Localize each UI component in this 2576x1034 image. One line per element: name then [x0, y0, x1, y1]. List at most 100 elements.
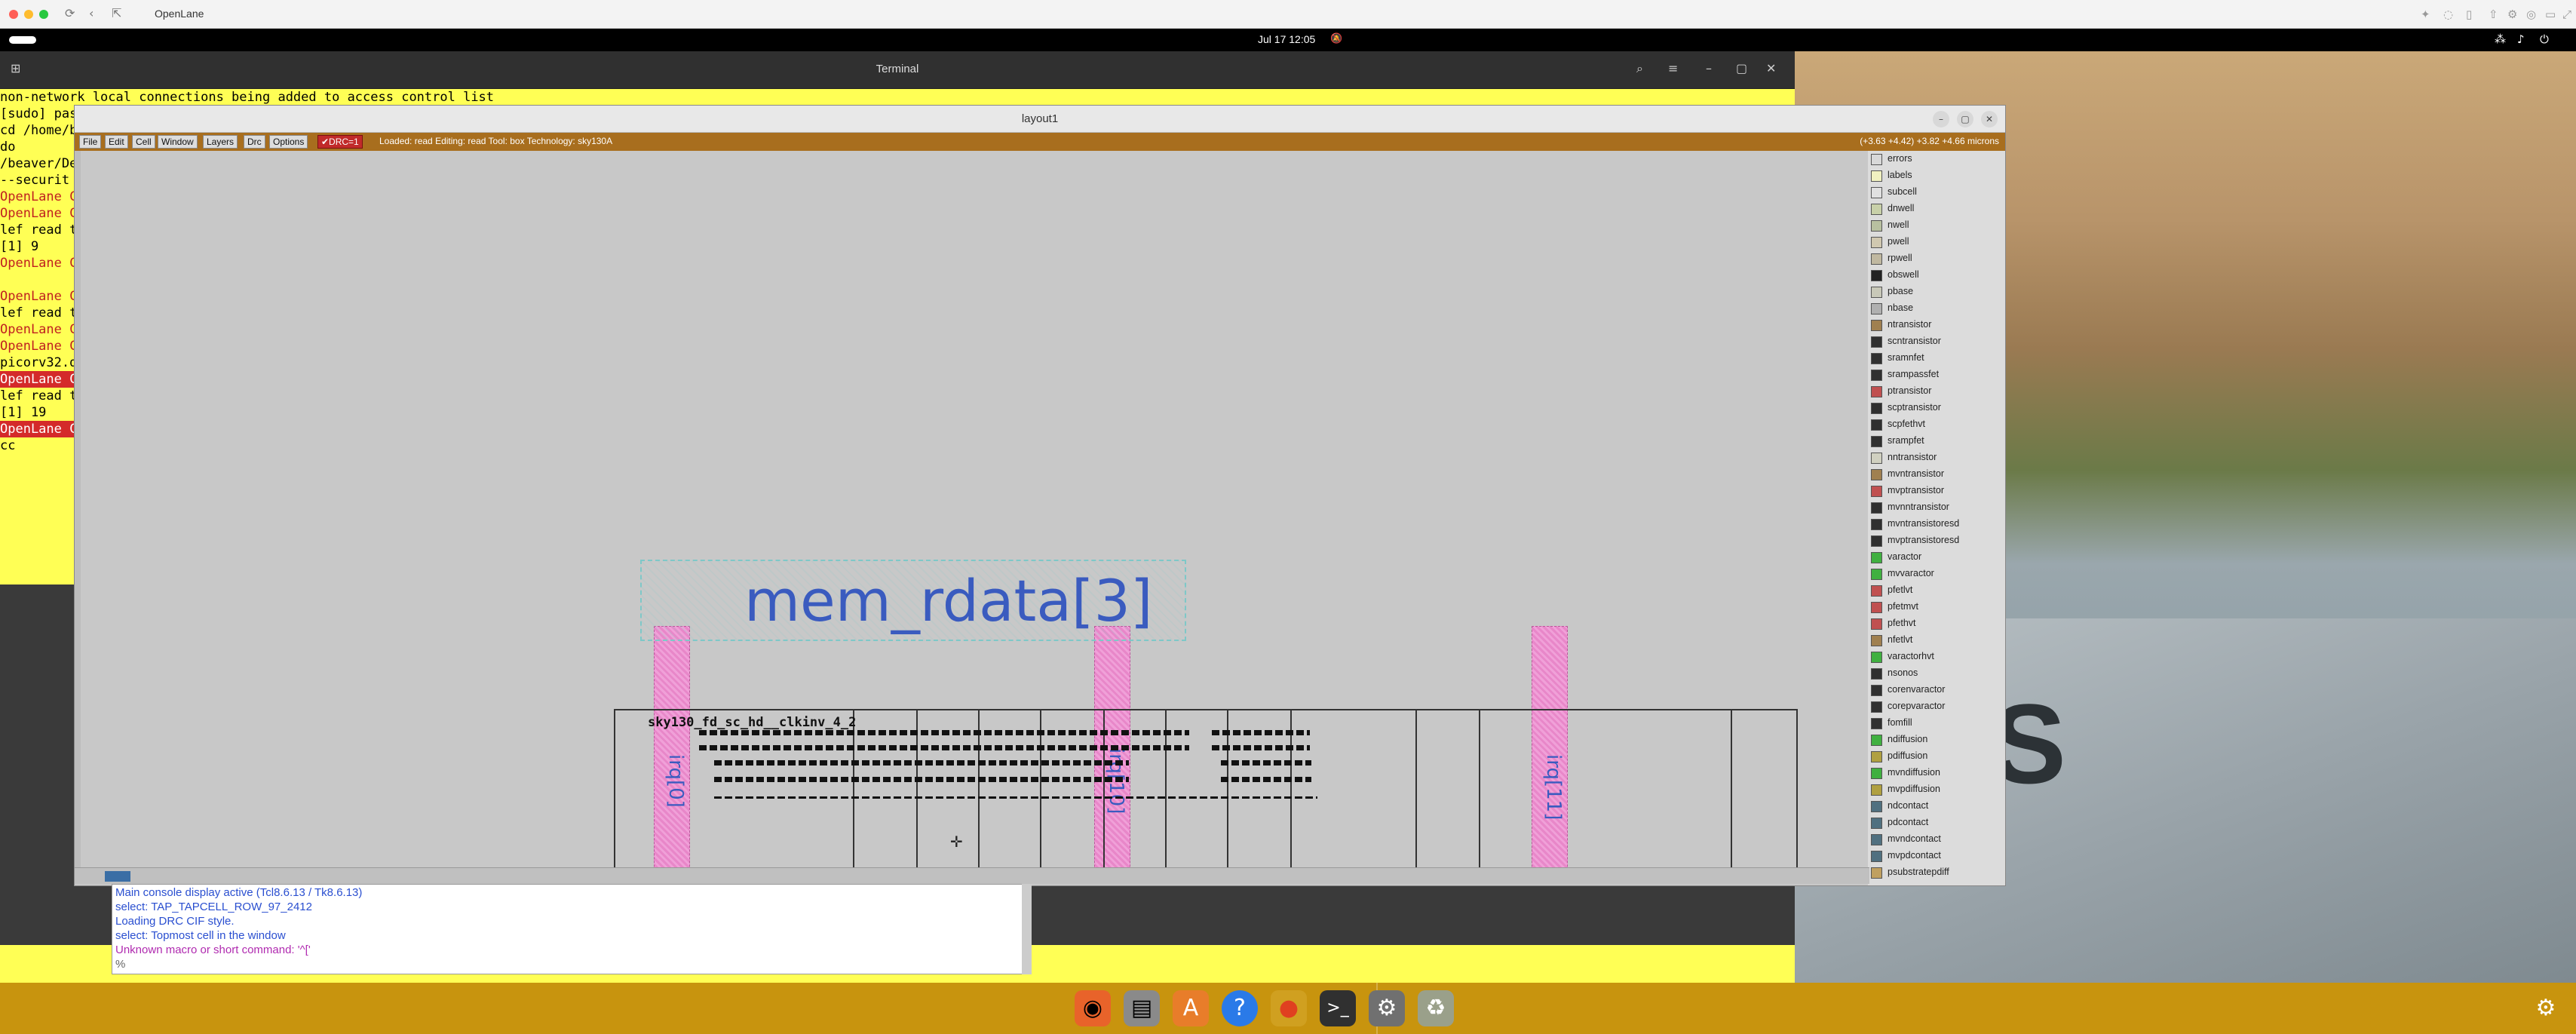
layer-item[interactable]: pdiffusion: [1871, 748, 2004, 765]
lock-icon[interactable]: ◎: [2526, 8, 2536, 21]
vertical-scrollbar[interactable]: [75, 151, 81, 867]
menu-options[interactable]: Options: [269, 135, 308, 149]
maximize-icon[interactable]: ▢: [1736, 61, 1747, 75]
layer-item[interactable]: psubstratepdiff: [1871, 864, 2004, 881]
network-icon[interactable]: ⁂: [2495, 32, 2506, 46]
layer-item[interactable]: nfetlvt: [1871, 632, 2004, 649]
layer-item[interactable]: mvpdcontact: [1871, 848, 2004, 864]
settings-icon[interactable]: ⚙: [2507, 8, 2517, 21]
layer-item[interactable]: pfetlvt: [1871, 582, 2004, 599]
layer-item[interactable]: ptransistor: [1871, 383, 2004, 400]
notification-icon[interactable]: 🔕: [1330, 33, 1342, 44]
layer-item[interactable]: nntransistor: [1871, 449, 2004, 466]
close-traffic-light[interactable]: [9, 10, 18, 19]
layer-item[interactable]: mvvaractor: [1871, 566, 2004, 582]
layer-item[interactable]: pfethvt: [1871, 615, 2004, 632]
search-icon[interactable]: ⌕: [1636, 61, 1643, 76]
volume-icon[interactable]: ♪: [2517, 32, 2525, 46]
layer-item[interactable]: srampassfet: [1871, 367, 2004, 383]
menu-edit[interactable]: Edit: [105, 135, 128, 149]
share-icon[interactable]: ⇱: [112, 6, 121, 20]
terminal-line: cc: [0, 438, 16, 453]
layer-item[interactable]: pbase: [1871, 284, 2004, 300]
maximize-icon[interactable]: ▢: [1957, 111, 1973, 127]
layer-item[interactable]: mvpdiffusion: [1871, 781, 2004, 798]
layer-item[interactable]: corenvaractor: [1871, 682, 2004, 698]
wand-icon[interactable]: ✦: [2421, 8, 2430, 21]
layer-item[interactable]: labels: [1871, 167, 2004, 184]
layer-item[interactable]: scptransistor: [1871, 400, 2004, 416]
layout-canvas[interactable]: mem_rdata[3] irq[0] irq[10] irq[11] sky1…: [81, 151, 1866, 867]
layer-item[interactable]: errors: [1871, 151, 2004, 167]
layer-item[interactable]: ntransistor: [1871, 317, 2004, 333]
layer-item[interactable]: mvntransistoresd: [1871, 516, 2004, 532]
trash-icon[interactable]: ♻: [1418, 990, 1454, 1026]
doc-icon[interactable]: ▯: [2466, 8, 2472, 21]
layer-item[interactable]: corepvaractor: [1871, 698, 2004, 715]
media-icon[interactable]: ●: [1271, 990, 1307, 1026]
terminal-icon[interactable]: >_: [1320, 990, 1356, 1026]
layer-item[interactable]: pfetmvt: [1871, 599, 2004, 615]
overlapping-text-row: [714, 777, 1129, 782]
scrollbar-thumb[interactable]: [105, 871, 130, 882]
layer-label: ptransistor: [1888, 385, 1932, 396]
zoom-traffic-light[interactable]: [39, 10, 48, 19]
menu-drc[interactable]: Drc: [244, 135, 265, 149]
activities-button[interactable]: [9, 36, 36, 44]
menu-cell[interactable]: Cell: [132, 135, 155, 149]
menu-icon[interactable]: ≡: [1668, 61, 1678, 75]
layer-item[interactable]: fomfill: [1871, 715, 2004, 732]
close-icon[interactable]: ✕: [1981, 111, 1998, 127]
clock[interactable]: Jul 17 12:05: [1258, 33, 1315, 45]
layer-item[interactable]: sramnfet: [1871, 350, 2004, 367]
layer-item[interactable]: nbase: [1871, 300, 2004, 317]
layer-item[interactable]: scpfethvt: [1871, 416, 2004, 433]
layer-item[interactable]: dnwell: [1871, 201, 2004, 217]
layer-item[interactable]: pdcontact: [1871, 815, 2004, 831]
minimize-icon[interactable]: –: [1706, 61, 1712, 75]
minimize-traffic-light[interactable]: [24, 10, 33, 19]
layer-item[interactable]: subcell: [1871, 184, 2004, 201]
close-icon[interactable]: ✕: [1766, 61, 1776, 75]
settings-icon[interactable]: ⚙: [1369, 990, 1405, 1026]
layer-label: nfetlvt: [1888, 634, 1913, 645]
drc-status-button[interactable]: ✔DRC=1: [317, 135, 363, 149]
menu-window[interactable]: Window: [158, 135, 198, 149]
layer-item[interactable]: pwell: [1871, 234, 2004, 250]
help-icon[interactable]: ?: [1222, 990, 1258, 1026]
layer-item[interactable]: mvptransistoresd: [1871, 532, 2004, 549]
layer-item[interactable]: mvnntransistor: [1871, 499, 2004, 516]
layer-item[interactable]: ndiffusion: [1871, 732, 2004, 748]
layer-item[interactable]: scntransistor: [1871, 333, 2004, 350]
app-store-icon[interactable]: A: [1173, 990, 1209, 1026]
console-scrollbar[interactable]: [1022, 884, 1032, 974]
mic-icon[interactable]: ◌: [2443, 8, 2453, 21]
layer-item[interactable]: mvndcontact: [1871, 831, 2004, 848]
layer-label: subcell: [1888, 186, 1917, 197]
upload-icon[interactable]: ⇧: [2489, 8, 2498, 21]
window-icon[interactable]: ▭: [2545, 8, 2556, 21]
refresh-icon[interactable]: ⟳: [65, 6, 75, 20]
layer-item[interactable]: nsonos: [1871, 665, 2004, 682]
layer-item[interactable]: mvptransistor: [1871, 483, 2004, 499]
layer-item[interactable]: varactor: [1871, 549, 2004, 566]
files-icon[interactable]: ▤: [1124, 990, 1160, 1026]
show-apps-icon[interactable]: ⚙: [2528, 990, 2564, 1026]
layer-item[interactable]: mvndiffusion: [1871, 765, 2004, 781]
back-icon[interactable]: ‹: [89, 6, 94, 20]
layer-item[interactable]: varactorhvt: [1871, 649, 2004, 665]
layer-item[interactable]: ndcontact: [1871, 798, 2004, 815]
layer-item[interactable]: mvntransistor: [1871, 466, 2004, 483]
layer-item[interactable]: srampfet: [1871, 433, 2004, 449]
minimize-icon[interactable]: –: [1933, 111, 1949, 127]
power-icon[interactable]: ⏻: [2540, 32, 2549, 46]
layer-item[interactable]: rpwell: [1871, 250, 2004, 267]
fullscreen-icon[interactable]: ⤢: [2562, 8, 2571, 21]
menu-layers[interactable]: Layers: [203, 135, 238, 149]
tcl-console[interactable]: Main console display active (Tcl8.6.13 /…: [112, 884, 1032, 974]
firefox-icon[interactable]: ◉: [1075, 990, 1111, 1026]
layer-item[interactable]: obswell: [1871, 267, 2004, 284]
layer-item[interactable]: nwell: [1871, 217, 2004, 234]
menu-file[interactable]: File: [79, 135, 102, 149]
horizontal-scrollbar[interactable]: [75, 867, 1869, 884]
